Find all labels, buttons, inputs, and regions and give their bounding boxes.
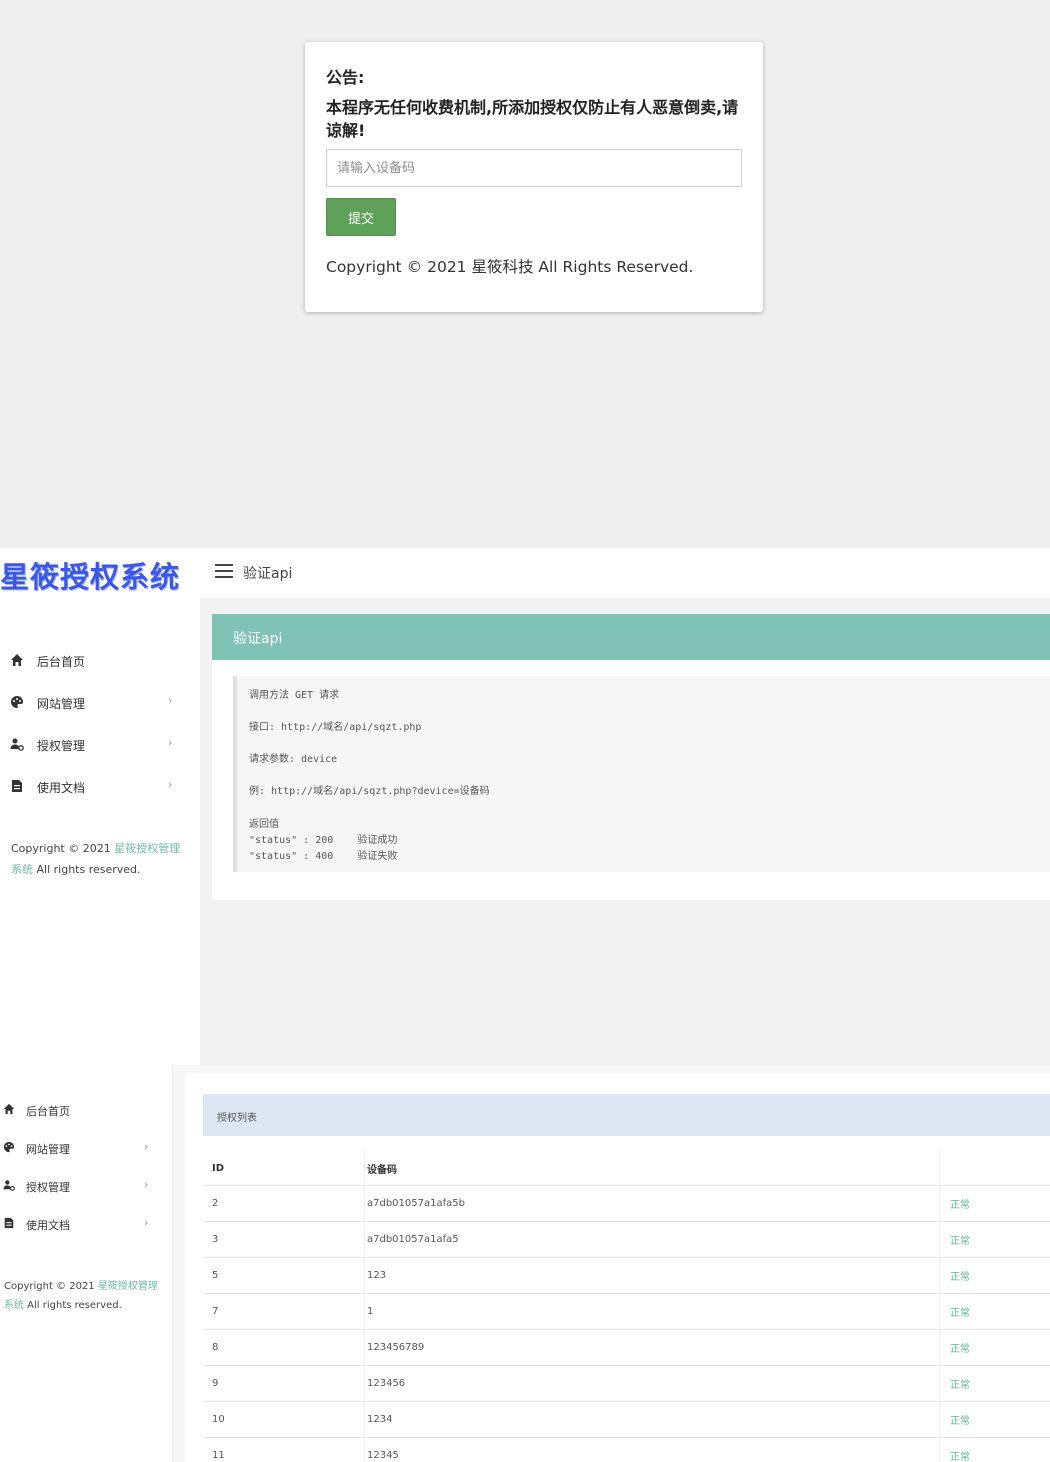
home-icon: [11, 654, 23, 666]
table-row: 3 a7db01057a1afa5 正常: [203, 1221, 1050, 1257]
row-device-code: 123456: [364, 1366, 939, 1401]
verify-api-card: 验证api 调用方法 GET 请求 接口: http://域名/api/sqzt…: [212, 614, 1050, 900]
chevron-right-icon: ›: [144, 1216, 149, 1229]
row-id: 10: [212, 1414, 225, 1425]
sidebar-item-label: 使用文档: [26, 1219, 70, 1232]
table-row: 10 1234 正常: [203, 1401, 1050, 1437]
api-return-ok: "status" : 200 验证成功: [249, 835, 398, 846]
table-row: 8 123456789 正常: [203, 1329, 1050, 1365]
api-endpoint: 接口: http://域名/api/sqzt.php: [249, 722, 422, 733]
sidebar-item-site-management[interactable]: 网站管理 ›: [0, 683, 200, 723]
table-header-row: ID 设备码: [203, 1151, 1050, 1185]
palette-icon: [11, 696, 23, 708]
sidebar-item-label: 网站管理: [37, 697, 86, 711]
api-method: 调用方法 GET 请求: [249, 690, 340, 701]
row-status[interactable]: 正常: [939, 1294, 1050, 1329]
app-logo[interactable]: 星筱授权系统: [0, 554, 180, 596]
column-header-device[interactable]: 设备码: [364, 1151, 939, 1185]
row-status[interactable]: 正常: [939, 1402, 1050, 1437]
table-row: 9 123456 正常: [203, 1365, 1050, 1401]
license-list-screen: 后台首页 网站管理 › 授权管理 › 使用文档 › Copyright © 20…: [0, 1065, 1050, 1462]
sidebar-copyright: Copyright © 2021 星筱授权管理系统 All rights res…: [4, 1281, 158, 1311]
user-gear-icon: [3, 1180, 15, 1191]
sidebar-item-license-management[interactable]: 授权管理 ›: [0, 725, 200, 765]
row-device-code: 123456789: [364, 1330, 939, 1365]
notice-copyright: Copyright © 2021 星筱科技 All Rights Reserve…: [326, 258, 694, 276]
row-device-code: a7db01057a1afa5: [364, 1222, 939, 1257]
table-row: 11 12345 正常: [203, 1437, 1050, 1462]
sidebar-item-label: 授权管理: [37, 739, 86, 753]
sidebar-item-docs[interactable]: 使用文档 ›: [0, 1207, 173, 1243]
api-return-fail: "status" : 400 验证失败: [249, 851, 398, 862]
notice-card: 公告: 本程序无任何收费机制,所添加授权仅防止有人恶意倒卖,请谅解! 提交 Co…: [305, 42, 763, 312]
verify-api-card-header: 验证api: [212, 614, 1050, 660]
row-id: 5: [212, 1270, 219, 1281]
sidebar: 后台首页 网站管理 › 授权管理 › 使用文档 › Copyright © 20…: [0, 598, 200, 1065]
table-row: 7 1 正常: [203, 1293, 1050, 1329]
row-device-code: 1234: [364, 1402, 939, 1437]
notice-title: 公告:: [326, 68, 365, 87]
row-device-code: a7db01057a1afa5b: [364, 1186, 939, 1221]
submit-button[interactable]: 提交: [326, 198, 396, 236]
row-id: 3: [212, 1234, 219, 1245]
row-device-code: 1: [364, 1294, 939, 1329]
chevron-right-icon: ›: [144, 1140, 149, 1153]
chevron-right-icon: ›: [168, 736, 173, 749]
hamburger-menu-icon[interactable]: [215, 564, 233, 578]
sidebar-item-label: 后台首页: [37, 655, 86, 669]
sidebar-item-label: 使用文档: [37, 781, 86, 795]
verify-api-screen: 星筱授权系统 验证api 后台首页 网站管理 › 授权管理 › 使用文档 › C…: [0, 548, 1050, 1065]
page-title: 验证api: [243, 566, 293, 582]
table-row: 2 a7db01057a1afa5b 正常: [203, 1185, 1050, 1221]
user-gear-icon: [10, 738, 24, 751]
sidebar-item-label: 后台首页: [26, 1105, 70, 1118]
document-icon: [4, 1217, 14, 1229]
api-doc-block: 调用方法 GET 请求 接口: http://域名/api/sqzt.php 请…: [233, 676, 1050, 872]
notice-screen: 公告: 本程序无任何收费机制,所添加授权仅防止有人恶意倒卖,请谅解! 提交 Co…: [0, 0, 1050, 548]
chevron-right-icon: ›: [168, 778, 173, 791]
chevron-right-icon: ›: [144, 1178, 149, 1191]
palette-icon: [3, 1141, 15, 1153]
api-params: 请求参数: device: [249, 754, 338, 765]
home-icon: [3, 1103, 15, 1115]
document-icon: [12, 780, 22, 792]
api-return-title: 返回值: [249, 819, 279, 830]
license-table-body: 2 a7db01057a1afa5b 正常 3 a7db01057a1afa5 正常 5 12…: [203, 1185, 1050, 1462]
row-status[interactable]: 正常: [939, 1222, 1050, 1257]
row-id: 8: [212, 1342, 219, 1353]
row-id: 7: [212, 1306, 219, 1317]
sidebar-item-home[interactable]: 后台首页: [0, 1093, 173, 1129]
table-row: 5 123 正常: [203, 1257, 1050, 1293]
notice-message: 本程序无任何收费机制,所添加授权仅防止有人恶意倒卖,请谅解!: [326, 98, 739, 140]
device-code-input[interactable]: [326, 149, 742, 187]
sidebar: 后台首页 网站管理 › 授权管理 › 使用文档 › Copyright © 20…: [0, 1065, 173, 1462]
license-table: ID 设备码 2 a7db01057a1afa5b 正常 3 a7db01057a1af…: [203, 1151, 1050, 1462]
row-status[interactable]: 正常: [939, 1438, 1050, 1462]
row-id: 9: [212, 1378, 219, 1389]
license-list-title: 授权列表: [203, 1094, 1050, 1136]
sidebar-item-docs[interactable]: 使用文档 ›: [0, 767, 200, 807]
sidebar-item-label: 授权管理: [26, 1181, 70, 1194]
sidebar-item-site-management[interactable]: 网站管理 ›: [0, 1131, 173, 1167]
row-status[interactable]: 正常: [939, 1330, 1050, 1365]
column-header-status[interactable]: [939, 1151, 1050, 1185]
row-status[interactable]: 正常: [939, 1366, 1050, 1401]
column-header-id[interactable]: ID: [212, 1151, 354, 1185]
row-id: 11: [212, 1450, 225, 1461]
row-id: 2: [212, 1198, 219, 1209]
row-status[interactable]: 正常: [939, 1258, 1050, 1293]
row-device-code: 12345: [364, 1438, 939, 1462]
sidebar-copyright: Copyright © 2021 星筱授权管理系统 All rights res…: [11, 842, 181, 876]
api-example: 例: http://域名/api/sqzt.php?device=设备码: [249, 786, 490, 797]
sidebar-item-license-management[interactable]: 授权管理 ›: [0, 1169, 173, 1205]
sidebar-item-home[interactable]: 后台首页: [0, 641, 200, 681]
chevron-right-icon: ›: [168, 694, 173, 707]
sidebar-item-label: 网站管理: [26, 1143, 70, 1156]
license-list-panel: 授权列表 ID 设备码 2 a7db01057a1afa5b 正常 3 a7db0105…: [185, 1073, 1050, 1462]
top-bar: 星筱授权系统 验证api: [0, 548, 1050, 598]
row-status[interactable]: 正常: [939, 1186, 1050, 1221]
row-device-code: 123: [364, 1258, 939, 1293]
